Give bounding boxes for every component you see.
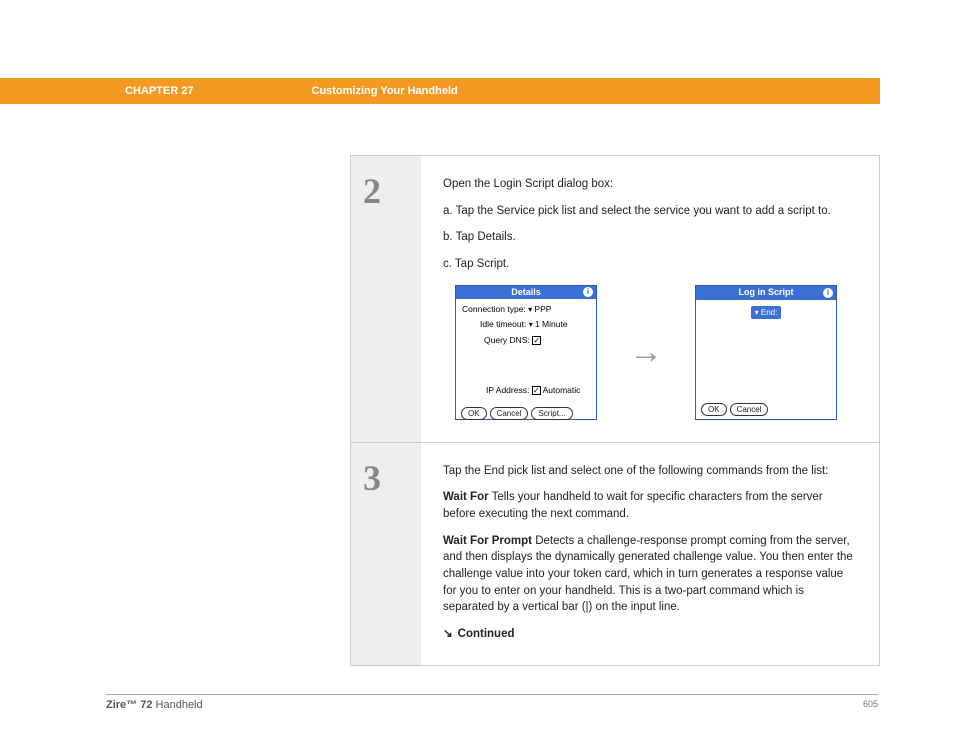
continued-indicator: ↘ Continued — [443, 626, 857, 643]
page-number: 605 — [863, 699, 878, 711]
conn-type-label: Connection type: — [462, 304, 526, 314]
wait-for-label: Wait For — [443, 491, 489, 503]
steps-panel: 2 Open the Login Script dialog box: a. T… — [350, 155, 880, 666]
step-3-intro: Tap the End pick list and select one of … — [443, 463, 857, 480]
info-icon[interactable]: i — [583, 287, 593, 297]
step-2a: a. Tap the Service pick list and select … — [443, 203, 857, 220]
login-cancel-button[interactable]: Cancel — [730, 403, 769, 416]
idle-timeout-label: Idle timeout: — [480, 319, 526, 329]
step-2-body: Open the Login Script dialog box: a. Tap… — [421, 156, 879, 442]
chapter-label: CHAPTER 27 — [125, 85, 193, 97]
arrow-right-icon: → — [629, 328, 663, 377]
query-dns-checkbox[interactable]: ✓ — [532, 336, 541, 345]
step-2-intro: Open the Login Script dialog box: — [443, 176, 857, 193]
ip-address-value: Automatic — [543, 385, 581, 395]
step-number: 3 — [351, 443, 421, 665]
details-dialog-title-bar: Details i — [456, 286, 596, 299]
details-script-button[interactable]: Script... — [531, 407, 572, 420]
wait-for-prompt-para: Wait For Prompt Detects a challenge-resp… — [443, 533, 857, 616]
info-icon[interactable]: i — [823, 288, 833, 298]
step-2c: c. Tap Script. — [443, 256, 857, 273]
details-dialog-body: Connection type: PPP Idle timeout: 1 Min… — [456, 299, 596, 404]
details-ok-button[interactable]: OK — [461, 407, 487, 420]
ip-address-checkbox[interactable]: ✓ — [532, 386, 541, 395]
login-title: Log in Script — [739, 286, 794, 299]
product-name: Zire™ 72 Handheld — [106, 699, 203, 711]
dialogs-row: Details i Connection type: PPP Idle time… — [455, 285, 857, 420]
idle-timeout-picklist[interactable]: 1 Minute — [529, 319, 568, 329]
end-picklist[interactable]: End: — [751, 306, 782, 320]
wait-for-para: Wait For Tells your handheld to wait for… — [443, 489, 857, 522]
product-bold: Zire™ 72 — [106, 699, 152, 711]
login-script-dialog: Log in Script i End: OK Cancel — [695, 285, 837, 420]
login-dialog-title-bar: Log in Script i — [696, 286, 836, 300]
conn-type-picklist[interactable]: PPP — [528, 304, 551, 314]
wait-for-text: Tells your handheld to wait for specific… — [443, 491, 823, 520]
step-2: 2 Open the Login Script dialog box: a. T… — [351, 156, 879, 443]
product-rest: Handheld — [152, 699, 202, 711]
login-dialog-body: End: — [696, 300, 836, 400]
login-buttons: OK Cancel — [696, 400, 836, 419]
chapter-title: Customizing Your Handheld — [311, 85, 457, 97]
login-ok-button[interactable]: OK — [701, 403, 727, 416]
query-dns-label: Query DNS: — [484, 335, 530, 345]
details-dialog: Details i Connection type: PPP Idle time… — [455, 285, 597, 420]
step-3: 3 Tap the End pick list and select one o… — [351, 443, 879, 665]
step-number: 2 — [351, 156, 421, 442]
continued-arrow-icon: ↘ — [443, 628, 453, 640]
step-3-body: Tap the End pick list and select one of … — [421, 443, 879, 665]
details-buttons: OK Cancel Script... — [456, 404, 596, 423]
details-cancel-button[interactable]: Cancel — [490, 407, 529, 420]
ip-address-label: IP Address: — [486, 385, 529, 395]
chapter-header: CHAPTER 27 Customizing Your Handheld — [0, 78, 880, 104]
continued-label: Continued — [458, 628, 515, 640]
details-title: Details — [511, 286, 541, 299]
wait-prompt-label: Wait For Prompt — [443, 535, 532, 547]
step-2b: b. Tap Details. — [443, 229, 857, 246]
page-footer: Zire™ 72 Handheld 605 — [106, 694, 878, 711]
